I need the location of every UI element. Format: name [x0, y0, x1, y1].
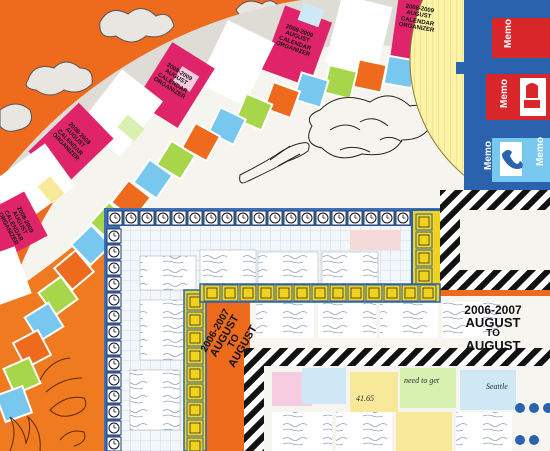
- sticky-note-3: Seattle: [486, 382, 508, 391]
- yellow-tile: [401, 284, 419, 302]
- yellow-tile: [203, 284, 221, 302]
- sticky-note-1: need to get: [404, 376, 440, 385]
- yellow-tile: [221, 284, 239, 302]
- yellow-tile: [415, 213, 433, 231]
- yellow-tile: [365, 284, 383, 302]
- yellow-tile: [415, 231, 433, 249]
- yellow-tile: [311, 284, 329, 302]
- yellow-tile: [415, 267, 433, 285]
- memo-label-3: Memo: [482, 141, 494, 170]
- yellow-tile: [239, 284, 257, 302]
- yellow-tile: [329, 284, 347, 302]
- yellow-tile: [186, 437, 204, 451]
- yellow-tile: [419, 284, 437, 302]
- august-right-2: AUGUST: [465, 338, 521, 353]
- memo-label-1: Memo: [502, 19, 514, 48]
- yellow-tile: [186, 311, 204, 329]
- yellow-tile: [186, 401, 204, 419]
- yellow-tile: [186, 419, 204, 437]
- memo-label-2: Memo: [498, 79, 510, 108]
- memo-label-4: Memo: [534, 137, 546, 166]
- yellow-tile: [383, 284, 401, 302]
- yellow-tile: [275, 284, 293, 302]
- collage-artwork: [0, 0, 550, 451]
- sticky-note-2: 41.65: [356, 394, 374, 403]
- yellow-tile: [293, 284, 311, 302]
- yellow-tile: [347, 284, 365, 302]
- yellow-tile: [415, 249, 433, 267]
- yellow-tile: [257, 284, 275, 302]
- yellow-tile: [186, 365, 204, 383]
- calendar-title-right: 2006-2007 AUGUST TO AUGUST: [448, 304, 538, 352]
- yellow-tile: [186, 383, 204, 401]
